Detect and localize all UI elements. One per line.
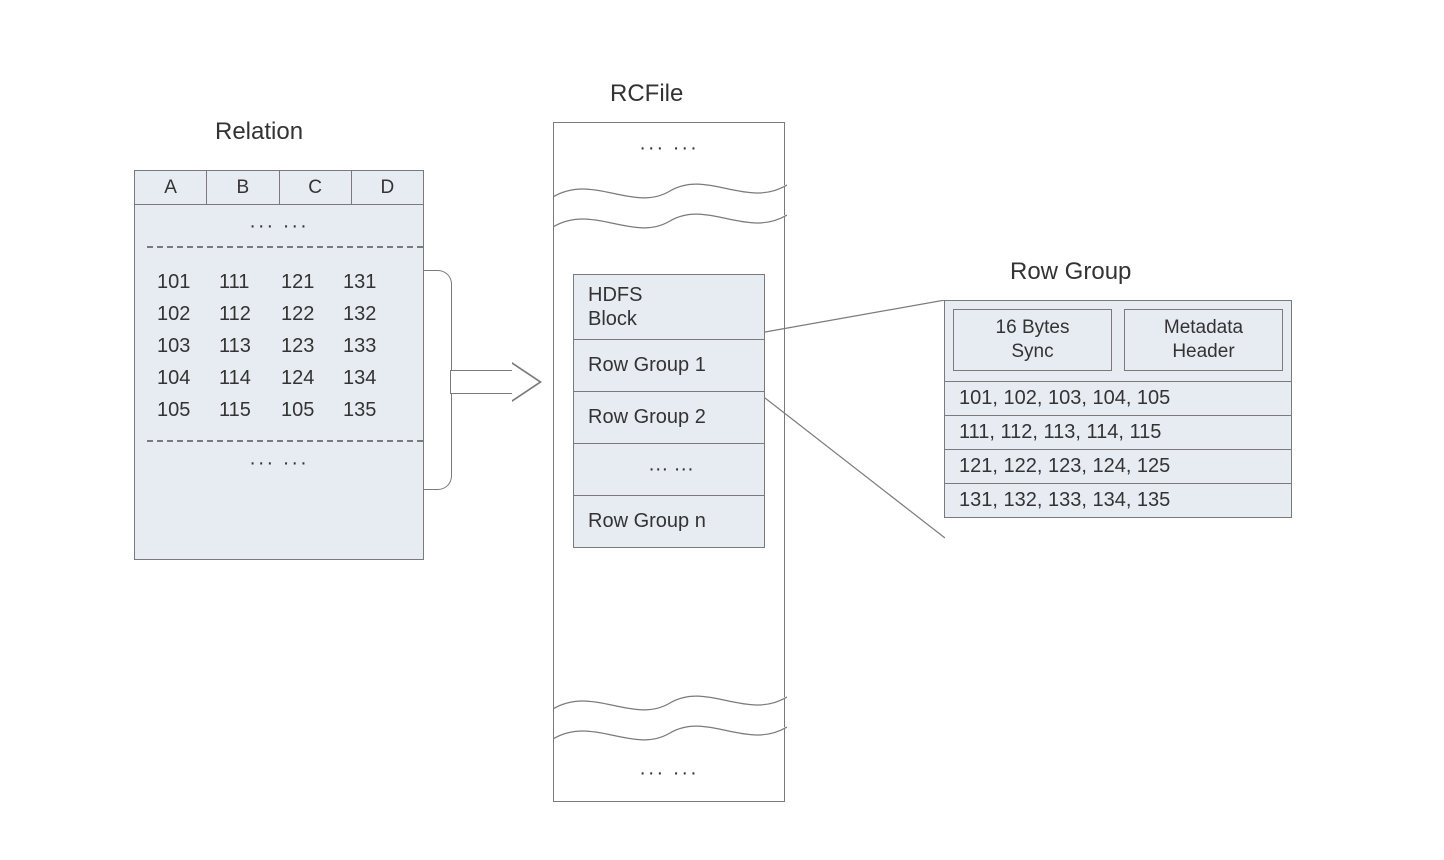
rowgroup-title: Row Group [1010,258,1131,286]
relation-cell: 111 [219,266,281,298]
row-group-1: Row Group 1 [574,340,764,392]
relation-col-a: A [135,171,207,204]
relation-cell: 131 [343,266,405,298]
relation-cell: 105 [157,394,219,426]
relation-row: 105 115 105 135 [157,394,405,426]
relation-cell: 122 [281,298,343,330]
relation-ellipsis-bottom: ··· ··· [135,442,423,483]
rcfile-title: RCFile [610,80,683,108]
rowgroup-column-a: 101, 102, 103, 104, 105 [945,382,1291,416]
relation-bracket [424,270,452,490]
rowgroup-column-b: 111, 112, 113, 114, 115 [945,416,1291,450]
relation-cell: 132 [343,298,405,330]
relation-col-c: C [280,171,352,204]
relation-panel: A B C D ··· ··· 101 111 121 131 102 112 … [134,170,424,560]
row-group-n: Row Group n [574,496,764,547]
relation-ellipsis-top: ··· ··· [135,205,423,246]
relation-col-d: D [352,171,423,204]
rcfile-block-list: HDFSBlock Row Group 1 Row Group 2 ··· ··… [573,274,765,548]
rowgroup-column-d: 131, 132, 133, 134, 135 [945,484,1291,517]
relation-cell: 105 [281,394,343,426]
rcfile-wave-top-2 [553,209,787,233]
row-group-2: Row Group 2 [574,392,764,444]
relation-cell: 124 [281,362,343,394]
metadata-header-block: MetadataHeader [1124,309,1283,371]
relation-cell: 101 [157,266,219,298]
sync-block: 16 BytesSync [953,309,1112,371]
relation-cell: 112 [219,298,281,330]
relation-row: 103 113 123 133 [157,330,405,362]
rcfile-wave-top [553,179,787,203]
relation-cell: 103 [157,330,219,362]
rowgroup-detail-panel: 16 BytesSync MetadataHeader 101, 102, 10… [944,300,1292,518]
row-group-ellipsis: ··· ··· [574,444,764,496]
relation-title: Relation [215,118,303,146]
relation-cell: 121 [281,266,343,298]
relation-columns-header: A B C D [135,171,423,205]
relation-cell: 123 [281,330,343,362]
relation-row: 101 111 121 131 [157,266,405,298]
relation-row: 102 112 122 132 [157,298,405,330]
rowgroup-header-row: 16 BytesSync MetadataHeader [945,301,1291,382]
relation-cell: 134 [343,362,405,394]
arrow-relation-to-rcfile [450,362,546,402]
rcfile-bottom-ellipsis: ··· ··· [554,748,784,799]
relation-row: 104 114 124 134 [157,362,405,394]
relation-cell: 135 [343,394,405,426]
relation-col-b: B [207,171,279,204]
rowgroup-column-c: 121, 122, 123, 124, 125 [945,450,1291,484]
relation-cell: 115 [219,394,281,426]
rowgroup-column-data: 101, 102, 103, 104, 105 111, 112, 113, 1… [945,382,1291,517]
relation-data: 101 111 121 131 102 112 122 132 103 113 … [135,248,423,440]
relation-cell: 133 [343,330,405,362]
hdfs-block-label: HDFSBlock [574,275,764,340]
relation-cell: 104 [157,362,219,394]
connector-lines [765,300,945,540]
relation-cell: 114 [219,362,281,394]
rcfile-wave-bottom [553,691,787,715]
rcfile-top-ellipsis: ··· ··· [554,123,784,174]
rcfile-wave-bottom-2 [553,721,787,745]
relation-cell: 113 [219,330,281,362]
relation-cell: 102 [157,298,219,330]
